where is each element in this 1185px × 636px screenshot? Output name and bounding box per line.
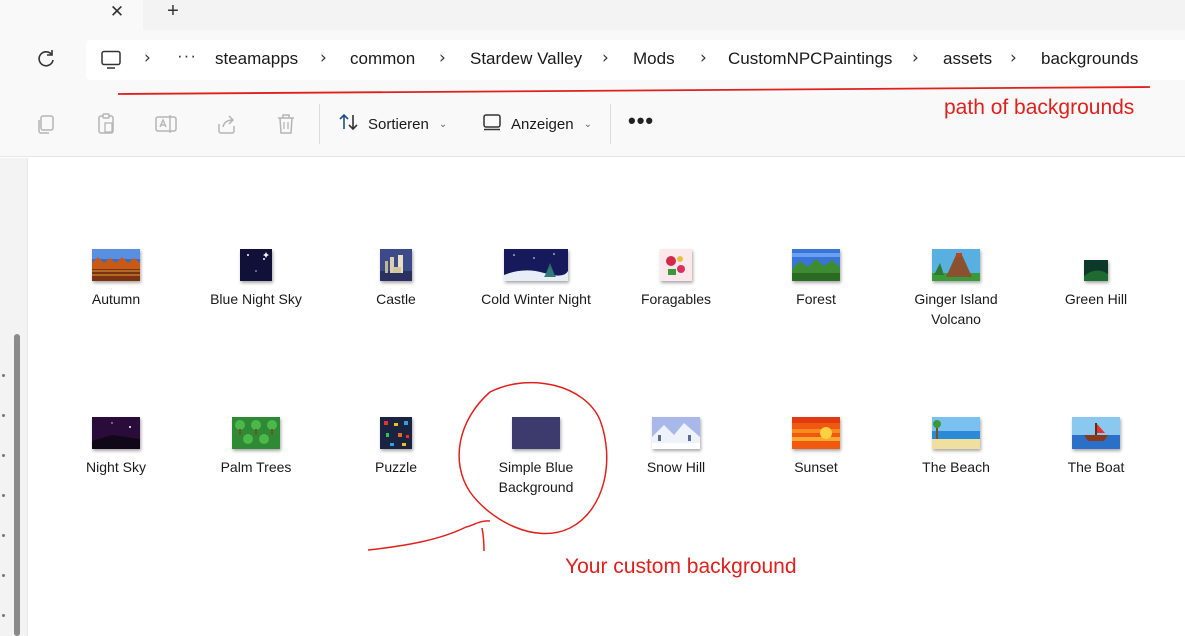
breadcrumb-item[interactable]: CustomNPCPaintings bbox=[728, 49, 892, 69]
the-beach-thumbnail bbox=[932, 417, 980, 449]
nav-dot bbox=[2, 454, 5, 457]
breadcrumb-item[interactable]: Stardew Valley bbox=[470, 49, 582, 69]
green-hill-thumbnail bbox=[1084, 260, 1108, 281]
breadcrumb-current[interactable]: backgrounds bbox=[1041, 49, 1138, 69]
file-name: Castle bbox=[376, 291, 416, 307]
file-item[interactable]: Cold Winter Night bbox=[471, 249, 601, 309]
file-name: Autumn bbox=[91, 291, 141, 307]
navigation-pane-edge bbox=[0, 158, 28, 636]
sort-label: Sortieren bbox=[368, 115, 429, 133]
file-item[interactable]: Ginger Island Volcano bbox=[891, 249, 1021, 329]
breadcrumb-item[interactable]: assets bbox=[943, 49, 992, 69]
snow-hill-thumbnail bbox=[652, 417, 700, 449]
more-options-icon[interactable]: ••• bbox=[628, 108, 654, 134]
close-icon[interactable]: ✕ bbox=[104, 2, 130, 24]
file-name: Snow Hill bbox=[646, 459, 706, 475]
file-name: Ginger Island Volcano bbox=[914, 291, 998, 327]
scrollbar-thumb[interactable] bbox=[14, 334, 20, 636]
file-item[interactable]: Foragables bbox=[611, 249, 741, 309]
annotation-custom-note: Your custom background bbox=[565, 555, 797, 578]
file-name: Puzzle bbox=[374, 459, 418, 475]
file-name: Green Hill bbox=[1064, 291, 1128, 307]
chevron-right-icon: › bbox=[439, 48, 446, 68]
file-item[interactable]: The Boat bbox=[1031, 417, 1161, 477]
file-name: Cold Winter Night bbox=[481, 291, 591, 307]
file-name: The Beach bbox=[922, 459, 990, 475]
chevron-down-icon: ⌄ bbox=[583, 118, 592, 130]
rename-icon[interactable] bbox=[154, 112, 178, 136]
sort-button[interactable]: Sortieren ⌄ bbox=[338, 112, 447, 136]
address-bar[interactable]: › ··· › steamapps › common › Stardew Val… bbox=[86, 40, 1185, 80]
active-tab[interactable]: ✕ bbox=[0, 0, 143, 30]
computer-icon[interactable] bbox=[100, 50, 122, 70]
file-name: Palm Trees bbox=[220, 459, 292, 475]
breadcrumb-item[interactable]: steamapps bbox=[215, 49, 298, 69]
file-name: Forest bbox=[796, 291, 836, 307]
autumn-thumbnail bbox=[92, 249, 140, 281]
tab-strip: ✕ + bbox=[0, 0, 1185, 30]
file-item[interactable]: Green Hill bbox=[1031, 249, 1161, 309]
nav-dot bbox=[2, 614, 5, 617]
puzzle-thumbnail bbox=[380, 417, 412, 449]
copy-icon[interactable] bbox=[34, 112, 58, 136]
file-item[interactable]: Puzzle bbox=[331, 417, 461, 477]
view-label: Anzeigen bbox=[511, 115, 574, 133]
sunset-thumbnail bbox=[792, 417, 840, 449]
file-name: Simple Blue Background bbox=[498, 459, 574, 495]
file-name: Foragables bbox=[640, 291, 712, 307]
toolbar-divider bbox=[610, 104, 611, 144]
breadcrumb-overflow[interactable]: ··· bbox=[177, 46, 197, 66]
plus-icon[interactable]: + bbox=[158, 0, 188, 24]
nav-dot bbox=[2, 494, 5, 497]
sort-icon bbox=[338, 111, 360, 137]
file-name: The Boat bbox=[1067, 459, 1125, 475]
breadcrumb-item[interactable]: Mods bbox=[633, 49, 675, 69]
file-item[interactable]: Sunset bbox=[751, 417, 881, 477]
file-item[interactable]: Simple Blue Background bbox=[471, 417, 601, 497]
nav-dot bbox=[2, 414, 5, 417]
file-name: Blue Night Sky bbox=[210, 291, 302, 307]
view-button[interactable]: Anzeigen ⌄ bbox=[481, 112, 592, 136]
chevron-right-icon: › bbox=[912, 48, 919, 68]
annotation-path-note: path of backgrounds bbox=[944, 96, 1135, 119]
forest-thumbnail bbox=[792, 249, 840, 281]
palm-trees-thumbnail bbox=[232, 417, 280, 449]
nav-dot bbox=[2, 374, 5, 377]
file-item[interactable]: Palm Trees bbox=[191, 417, 321, 477]
file-item[interactable]: Blue Night Sky bbox=[191, 249, 321, 309]
refresh-icon[interactable] bbox=[34, 47, 58, 71]
nav-dot bbox=[2, 574, 5, 577]
nav-dot bbox=[2, 534, 5, 537]
share-icon[interactable] bbox=[214, 112, 238, 136]
file-item[interactable]: Autumn bbox=[51, 249, 181, 309]
chevron-right-icon: › bbox=[320, 48, 327, 68]
file-item[interactable]: Castle bbox=[331, 249, 461, 309]
ginger-island-volcano-thumbnail bbox=[932, 249, 980, 281]
file-item[interactable]: Forest bbox=[751, 249, 881, 309]
simple-blue-background-thumbnail bbox=[512, 417, 560, 449]
chevron-down-icon: ⌄ bbox=[438, 118, 448, 130]
file-item[interactable]: Night Sky bbox=[51, 417, 181, 477]
file-name: Sunset bbox=[794, 459, 838, 475]
trash-icon[interactable] bbox=[274, 112, 298, 136]
toolbar-divider bbox=[319, 104, 320, 144]
paste-icon[interactable] bbox=[94, 112, 118, 136]
view-icon bbox=[481, 111, 503, 137]
breadcrumb-item[interactable]: common bbox=[350, 49, 415, 69]
file-item[interactable]: Snow Hill bbox=[611, 417, 741, 477]
the-boat-thumbnail bbox=[1072, 417, 1120, 449]
address-row: › ··· › steamapps › common › Stardew Val… bbox=[0, 30, 1185, 90]
castle-thumbnail bbox=[380, 249, 412, 281]
chevron-right-icon: › bbox=[602, 48, 609, 68]
cold-winter-night-thumbnail bbox=[504, 249, 568, 281]
night-sky-thumbnail bbox=[92, 417, 140, 449]
chevron-right-icon: › bbox=[144, 48, 151, 68]
foragables-thumbnail bbox=[660, 249, 692, 281]
file-name: Night Sky bbox=[86, 459, 146, 475]
blue-night-sky-thumbnail bbox=[240, 249, 272, 281]
chevron-right-icon: › bbox=[700, 48, 707, 68]
file-item[interactable]: The Beach bbox=[891, 417, 1021, 477]
chevron-right-icon: › bbox=[1010, 48, 1017, 68]
